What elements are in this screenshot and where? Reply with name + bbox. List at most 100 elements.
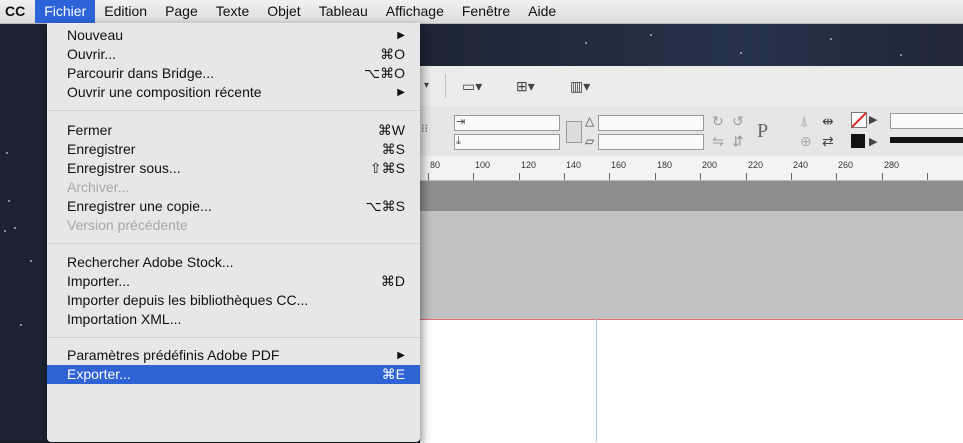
- flip-vertical-icon[interactable]: ⇵: [732, 134, 744, 148]
- application-bar: ▾ ▭▾ ⊞▾ ▥▾: [420, 66, 963, 107]
- menu-item-label: Parcourir dans Bridge...: [67, 65, 215, 81]
- dropdown-arrow-icon[interactable]: ▾: [424, 79, 429, 93]
- stroke-swatch[interactable]: [851, 134, 865, 148]
- ruler-tick-label: 120: [521, 160, 537, 170]
- ruler-tick-mark: [927, 173, 928, 180]
- fill-swatch[interactable]: [851, 112, 867, 128]
- screen-mode-icon[interactable]: ▭▾: [462, 79, 482, 93]
- rotate-cw-icon[interactable]: ↻: [712, 114, 724, 128]
- select-content-icon[interactable]: ⊕: [800, 134, 812, 148]
- menu-item-label: Version précédente: [67, 217, 188, 233]
- menu-item-rechercher-stock[interactable]: Rechercher Adobe Stock...: [47, 253, 420, 272]
- menubar-app-cc[interactable]: CC: [0, 0, 35, 23]
- ruler-tick-mark: [655, 173, 656, 180]
- menu-bar: CC Fichier Edition Page Texte Objet Tabl…: [0, 0, 963, 24]
- star-decoration: [650, 34, 652, 36]
- menu-item-parcourir-bridge[interactable]: Parcourir dans Bridge... ⌥⌘O: [47, 64, 420, 83]
- none-swatch-slash: [851, 112, 867, 128]
- menu-separator: [47, 337, 420, 338]
- menu-item-parametres-pdf[interactable]: Paramètres prédéfinis Adobe PDF ▶: [47, 346, 420, 365]
- menu-separator: [47, 110, 420, 111]
- menu-item-fermer[interactable]: Fermer ⌘W: [47, 121, 420, 140]
- rotation-angle-field[interactable]: [598, 115, 704, 131]
- width-icon: ⇥: [456, 116, 466, 128]
- submenu-arrow-icon: ▶: [397, 87, 405, 98]
- select-previous-icon[interactable]: ⇹: [822, 114, 834, 128]
- menu-item-importer-bibliotheques[interactable]: Importer depuis les bibliothèques CC...: [47, 291, 420, 310]
- menu-item-label: Importation XML...: [67, 311, 182, 327]
- ruler-tick-mark: [746, 173, 747, 180]
- menubar-texte[interactable]: Texte: [207, 0, 258, 23]
- ruler-tick-label: 80: [430, 160, 441, 170]
- select-next-icon[interactable]: ⇄: [822, 134, 834, 148]
- menu-item-importer[interactable]: Importer... ⌘D: [47, 272, 420, 291]
- pasteboard[interactable]: [420, 211, 963, 319]
- menubar-aide[interactable]: Aide: [519, 0, 565, 23]
- rotate-ccw-icon[interactable]: ↺: [732, 114, 744, 128]
- star-decoration: [830, 38, 832, 40]
- ruler-tick-mark: [791, 173, 792, 180]
- menu-item-enregistrer-sous[interactable]: Enregistrer sous... ⇧⌘S: [47, 159, 420, 178]
- menu-item-ouvrir[interactable]: Ouvrir... ⌘O: [47, 45, 420, 64]
- reference-point-icon[interactable]: ⁝⁝: [421, 122, 428, 136]
- arrange-documents-icon[interactable]: ⊞▾: [516, 79, 535, 93]
- workspace-icon[interactable]: ▥▾: [570, 79, 590, 93]
- ruler-tick-mark: [836, 173, 837, 180]
- menu-item-ouvrir-recente[interactable]: Ouvrir une composition récente ▶: [47, 83, 420, 102]
- desktop-background: [0, 24, 47, 442]
- menu-item-label: Paramètres prédéfinis Adobe PDF: [67, 347, 280, 363]
- menubar-page[interactable]: Page: [156, 0, 207, 23]
- star-decoration: [30, 260, 32, 262]
- menubar-objet[interactable]: Objet: [258, 0, 309, 23]
- menu-item-label: Fermer: [67, 122, 113, 138]
- stroke-type-field[interactable]: [890, 137, 963, 143]
- ruler-tick-mark: [428, 173, 429, 180]
- column-guide: [596, 319, 597, 442]
- rotate-angle-icon: △: [585, 114, 595, 128]
- menu-item-shortcut: ⌥⌘S: [365, 198, 405, 214]
- stroke-weight-field[interactable]: [890, 113, 963, 129]
- menu-item-archiver: Archiver...: [47, 178, 420, 197]
- ruler-tick-label: 240: [793, 160, 809, 170]
- select-container-icon[interactable]: ⍋: [800, 114, 808, 128]
- document-tab-bar[interactable]: [420, 181, 963, 211]
- star-decoration: [20, 324, 22, 326]
- star-decoration: [585, 42, 587, 44]
- menu-item-enregistrer[interactable]: Enregistrer ⌘S: [47, 140, 420, 159]
- menu-item-shortcut: ⇧⌘S: [369, 160, 405, 176]
- height-field[interactable]: [454, 134, 560, 150]
- shear-angle-field[interactable]: [598, 134, 704, 150]
- menu-item-exporter[interactable]: Exporter... ⌘E: [47, 365, 420, 384]
- ruler-tick-label: 220: [748, 160, 764, 170]
- menu-item-label: Enregistrer sous...: [67, 160, 181, 176]
- star-decoration: [740, 52, 742, 54]
- menu-item-label: Rechercher Adobe Stock...: [67, 254, 234, 270]
- menubar-affichage[interactable]: Affichage: [377, 0, 453, 23]
- menu-item-shortcut: ⌘S: [381, 141, 405, 157]
- menu-item-nouveau[interactable]: Nouveau ▶: [47, 26, 420, 45]
- menu-item-shortcut: ⌘D: [380, 273, 405, 289]
- flip-horizontal-icon[interactable]: ⇋: [712, 134, 724, 148]
- menubar-edition[interactable]: Edition: [95, 0, 156, 23]
- ruler-tick-label: 140: [566, 160, 582, 170]
- menubar-fichier[interactable]: Fichier: [35, 0, 96, 23]
- ruler-tick-mark: [564, 173, 565, 180]
- menu-item-enregistrer-copie[interactable]: Enregistrer une copie... ⌥⌘S: [47, 197, 420, 216]
- document-page[interactable]: [420, 319, 963, 443]
- menubar-fenetre[interactable]: Fenêtre: [453, 0, 519, 23]
- menubar-tableau[interactable]: Tableau: [310, 0, 377, 23]
- menu-item-version-precedente: Version précédente: [47, 216, 420, 235]
- stroke-menu-icon[interactable]: ▶: [869, 135, 877, 149]
- menu-item-shortcut: ⌘E: [381, 366, 405, 382]
- constrain-proportions-icon[interactable]: [566, 121, 582, 143]
- text-type-icon[interactable]: P: [757, 120, 768, 143]
- menu-item-label: Archiver...: [67, 179, 130, 195]
- star-decoration: [8, 200, 10, 202]
- menu-item-label: Exporter...: [67, 366, 131, 382]
- ruler-tick-label: 280: [884, 160, 900, 170]
- width-field[interactable]: [454, 115, 560, 131]
- menu-item-importation-xml[interactable]: Importation XML...: [47, 310, 420, 329]
- fill-menu-icon[interactable]: ▶: [869, 113, 877, 127]
- indesign-window: ▾ ▭▾ ⊞▾ ▥▾ ⁝⁝ ⇥ ⤓ △ ▱ ↻ ↺ P ⇋ ⇵ ⍋ ⇹ ⊕ ⇄ …: [420, 66, 963, 443]
- menu-item-label: Importer...: [67, 273, 131, 289]
